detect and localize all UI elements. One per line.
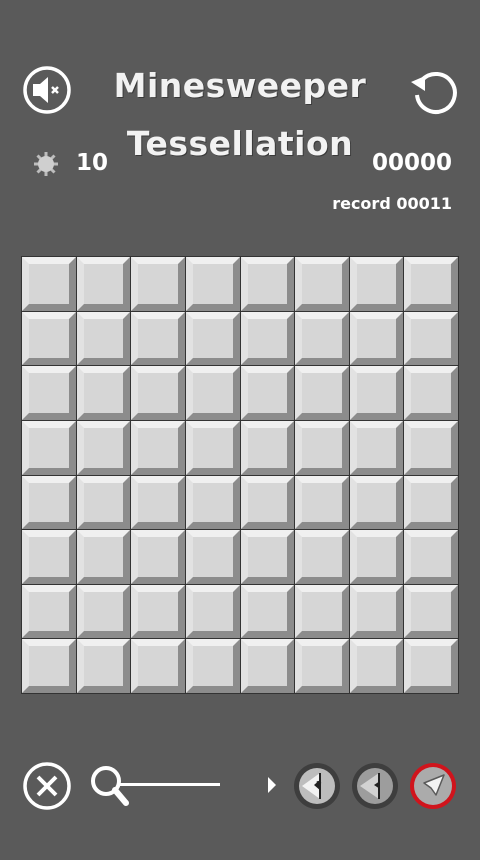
board-cell[interactable] [185, 366, 240, 420]
board-cell[interactable] [131, 366, 185, 420]
board-cell[interactable] [295, 530, 349, 584]
board-cell[interactable] [240, 475, 295, 530]
zoom-slider[interactable] [88, 763, 284, 809]
board-cell[interactable] [185, 475, 240, 530]
board-cell[interactable] [76, 475, 131, 530]
board-cell[interactable] [404, 475, 458, 530]
board-cell[interactable] [76, 584, 131, 639]
restart-button[interactable] [408, 65, 460, 115]
board-cell[interactable] [185, 639, 240, 693]
zoom-slider-track[interactable] [118, 783, 220, 786]
board-cell[interactable] [295, 639, 349, 693]
board-cell[interactable] [76, 420, 131, 475]
board-cell[interactable] [131, 584, 185, 639]
board-cell[interactable] [22, 530, 76, 584]
board-cell[interactable] [240, 420, 295, 475]
record-score: record 00011 [332, 194, 452, 213]
reveal-tool[interactable] [408, 761, 458, 811]
board-cell[interactable] [185, 257, 240, 311]
board-cell[interactable] [240, 530, 295, 584]
board-cell[interactable] [22, 639, 76, 693]
board-cell[interactable] [349, 639, 404, 693]
board-cell[interactable] [295, 475, 349, 530]
board-cell[interactable] [240, 584, 295, 639]
board-cell[interactable] [349, 366, 404, 420]
question-flag-icon: ? [294, 763, 340, 809]
board-cell[interactable] [22, 420, 76, 475]
board-cell[interactable] [131, 475, 185, 530]
board-cell[interactable] [404, 257, 458, 311]
board-cell[interactable] [131, 530, 185, 584]
board-cell[interactable] [22, 366, 76, 420]
board-cell[interactable] [404, 584, 458, 639]
board-cell[interactable] [76, 639, 131, 693]
board-cell[interactable] [349, 530, 404, 584]
board-cell[interactable] [240, 639, 295, 693]
board-cell[interactable] [404, 530, 458, 584]
close-button[interactable] [22, 761, 72, 811]
board-cell[interactable] [404, 366, 458, 420]
zoom-icon[interactable] [88, 763, 134, 809]
board-cell[interactable] [131, 311, 185, 366]
cursor-icon [410, 763, 456, 809]
board-cell[interactable] [240, 311, 295, 366]
board-cell[interactable] [295, 420, 349, 475]
board-cell[interactable] [76, 366, 131, 420]
board-cell[interactable] [76, 530, 131, 584]
board-cell[interactable] [295, 584, 349, 639]
board-cell[interactable] [240, 366, 295, 420]
board-cell[interactable] [240, 257, 295, 311]
board-cell[interactable] [22, 475, 76, 530]
board-cell[interactable] [295, 366, 349, 420]
board-cell[interactable] [131, 639, 185, 693]
mine-icon [32, 150, 60, 178]
board-cell[interactable] [404, 420, 458, 475]
board-cell[interactable] [295, 311, 349, 366]
close-icon [23, 762, 71, 810]
board-cell[interactable] [349, 475, 404, 530]
board-cell[interactable] [22, 584, 76, 639]
board-cell[interactable] [131, 257, 185, 311]
restart-icon [411, 72, 457, 114]
game-board[interactable] [21, 256, 459, 694]
board-cell[interactable] [76, 257, 131, 311]
board-cell[interactable] [349, 584, 404, 639]
board-cell[interactable] [185, 420, 240, 475]
score-counter: 00000 [371, 150, 452, 176]
question-flag-tool[interactable]: ? [292, 761, 342, 811]
board-cell[interactable] [404, 311, 458, 366]
board-cell[interactable] [349, 311, 404, 366]
board-cell[interactable] [404, 639, 458, 693]
flag-icon [352, 763, 398, 809]
board-cell[interactable] [349, 420, 404, 475]
board-cell[interactable] [349, 257, 404, 311]
svg-text:?: ? [316, 780, 322, 791]
mines-remaining: 10 [76, 150, 109, 176]
board-cell[interactable] [185, 311, 240, 366]
board-cell[interactable] [185, 530, 240, 584]
board-cell[interactable] [22, 257, 76, 311]
board-cell[interactable] [22, 311, 76, 366]
board-cell[interactable] [295, 257, 349, 311]
board-cell[interactable] [131, 420, 185, 475]
board-cell[interactable] [185, 584, 240, 639]
board-cell[interactable] [76, 311, 131, 366]
zoom-slider-arrow[interactable] [268, 777, 276, 793]
flag-tool[interactable] [350, 761, 400, 811]
